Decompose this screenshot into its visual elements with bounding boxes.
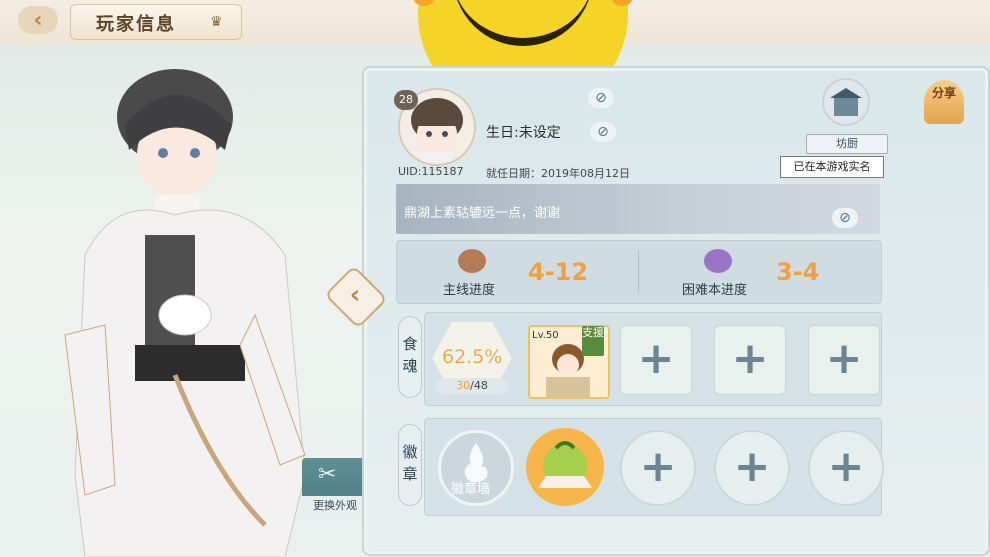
uid-text: UID:115187	[398, 165, 464, 178]
souls-count: 30/48	[436, 378, 508, 394]
soul-slot-4[interactable]: +	[808, 325, 880, 395]
edit-name-icon[interactable]: ⊘	[588, 88, 614, 108]
hanger-icon: ✂	[318, 462, 337, 487]
badge-slot-4[interactable]: +	[808, 430, 884, 506]
main-progress-label: 主线进度	[443, 283, 496, 298]
back-button[interactable]: ‹	[18, 6, 58, 34]
badge-slot-3[interactable]: +	[714, 430, 790, 506]
plus-icon: +	[733, 441, 771, 492]
soul-slot-3[interactable]: +	[714, 325, 786, 395]
join-date-text: 就任日期：2019年08月12日	[486, 167, 630, 180]
crown-icon: ♛	[210, 14, 223, 30]
souls-row-label: 食魂	[398, 316, 422, 398]
back-arrow-icon: ‹	[33, 7, 43, 33]
melon-icon	[538, 441, 592, 488]
change-outfit-label: 更换外观	[302, 496, 368, 516]
card-support-tag: 支援	[582, 326, 604, 356]
main-progress-value: 4-12	[528, 258, 589, 286]
restaurant-role-label: 坊厨	[806, 134, 888, 154]
plus-icon: +	[637, 333, 675, 384]
souls-percent: 62.5%	[442, 346, 503, 368]
restaurant-building-icon[interactable]	[822, 78, 870, 126]
plus-icon: +	[825, 333, 863, 384]
edit-signature-icon[interactable]: ⊘	[832, 208, 858, 228]
hard-progress-label: 困难本进度	[682, 283, 748, 298]
plus-icon: +	[731, 333, 769, 384]
hard-progress-value: 3-4	[776, 258, 820, 286]
page-title: 玩家信息	[96, 14, 176, 35]
card-level: Lv.50	[532, 330, 559, 341]
soul-slot-2[interactable]: +	[620, 325, 692, 395]
souls-count-current: 30	[456, 379, 471, 392]
share-button[interactable]: 分享	[924, 80, 964, 124]
souls-count-total: /48	[470, 379, 488, 392]
smile-mouth	[453, 0, 593, 46]
badge-slot-2[interactable]: +	[620, 430, 696, 506]
plus-icon: +	[827, 441, 865, 492]
collapse-arrow-icon: ‹	[349, 280, 361, 310]
fruit-badge[interactable]	[526, 428, 604, 506]
progress-divider	[638, 250, 639, 292]
player-level-badge: 28	[394, 90, 418, 110]
birthday-text: 生日:未设定	[486, 125, 561, 141]
plus-icon: +	[639, 441, 677, 492]
signature-text: 鼎湖上素轱辘远一点，谢谢	[404, 206, 561, 221]
badge-wall-label: 徽章墙	[451, 482, 491, 497]
cat-icon	[458, 249, 486, 273]
edit-birthday-icon[interactable]: ⊘	[590, 122, 616, 142]
purple-cat-icon	[704, 249, 732, 273]
badges-row-label: 徽章	[398, 424, 422, 506]
real-name-verified: 已在本游戏实名	[780, 156, 884, 178]
